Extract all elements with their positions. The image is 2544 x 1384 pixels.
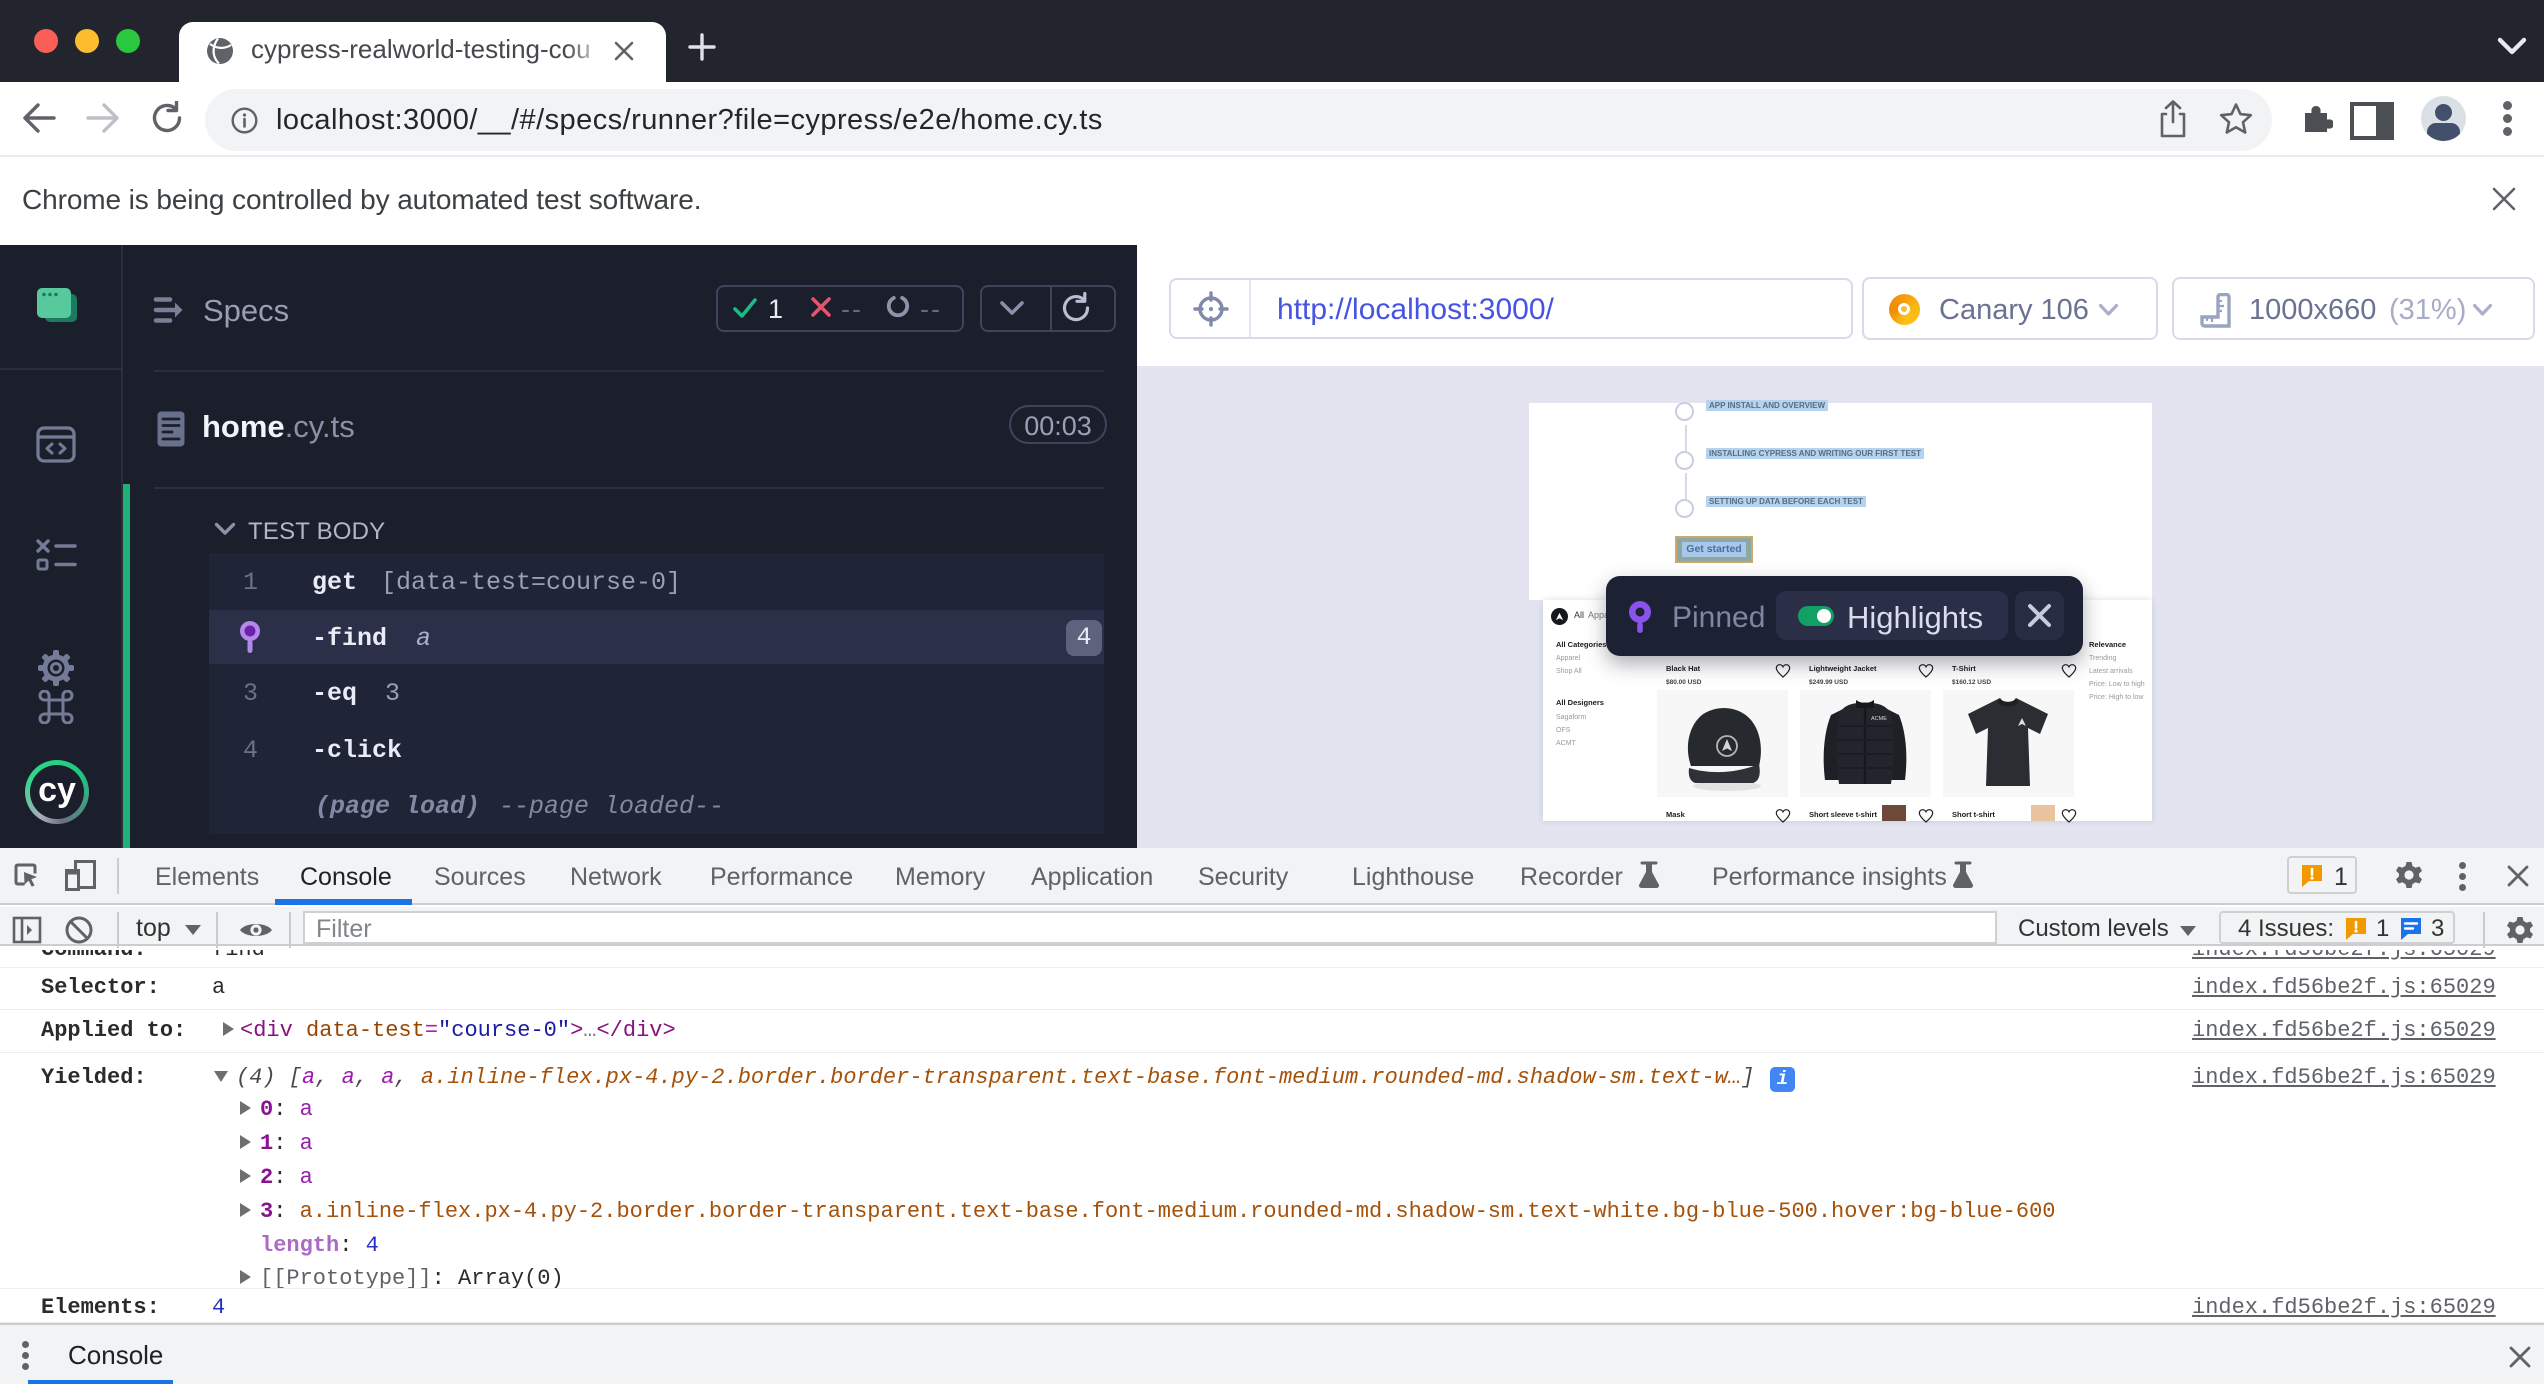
svg-text:ACME: ACME <box>1871 716 1887 722</box>
